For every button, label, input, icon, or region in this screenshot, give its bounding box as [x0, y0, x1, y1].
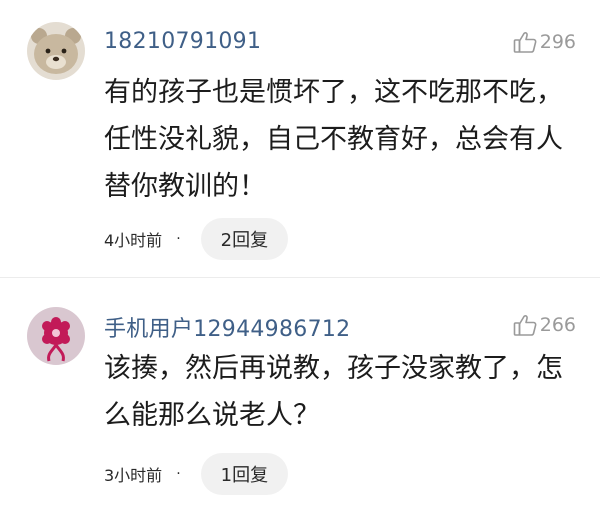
- thumbs-up-icon: [513, 315, 537, 336]
- like-button[interactable]: 296: [512, 29, 576, 55]
- divider: [0, 277, 600, 278]
- like-button[interactable]: 266: [512, 312, 576, 338]
- red-flower-avatar-icon: [27, 307, 85, 365]
- username[interactable]: 手机用户12944986712: [104, 311, 350, 343]
- username[interactable]: 18210791091: [104, 29, 261, 54]
- avatar[interactable]: [27, 22, 85, 80]
- comment-text: 有的孩子也是惯坏了，这不吃那不吃，任性没礼貌，自己不教育好，总会有人替你教训的！: [104, 77, 563, 202]
- timestamp: 3小时前: [104, 466, 163, 485]
- separator-dot: ·: [176, 466, 181, 482]
- timestamp: 4小时前: [104, 231, 163, 250]
- teddy-bear-avatar-icon: [27, 22, 85, 80]
- comment-item: 手机用户12944986712 266 该揍，然后再说教，孩子没家教了，怎么能那…: [0, 287, 600, 511]
- separator-dot: ·: [176, 231, 181, 247]
- comment-meta: 4小时前 · 2回复: [104, 218, 289, 260]
- replies-button[interactable]: 1回复: [200, 453, 289, 495]
- like-count: 296: [539, 31, 576, 53]
- avatar[interactable]: [27, 307, 85, 365]
- thumbs-up-icon: [513, 32, 537, 53]
- comment-text: 该揍，然后再说教，孩子没家教了，怎么能那么说老人？: [104, 353, 563, 431]
- replies-button[interactable]: 2回复: [200, 218, 289, 260]
- like-count: 266: [539, 314, 576, 336]
- comment-meta: 3小时前 · 1回复: [104, 453, 289, 495]
- comment-item: 18210791091 296 有的孩子也是惯坏了，这不吃那不吃，任性没礼貌，自…: [0, 0, 600, 270]
